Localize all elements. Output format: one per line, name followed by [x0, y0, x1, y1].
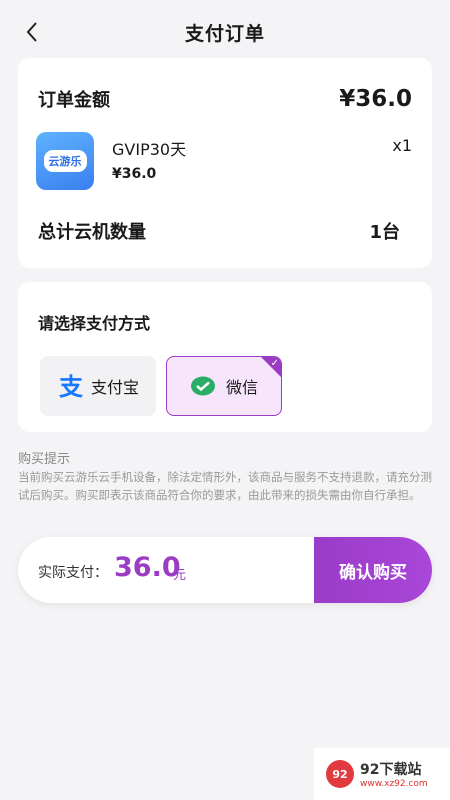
- amount-label: 订单金额: [38, 90, 110, 111]
- check-icon: ✓: [270, 358, 279, 369]
- watermark-url: www.xz92.com: [360, 779, 428, 789]
- header-bar: 支付订单: [0, 0, 450, 64]
- payment-method-title: 请选择支付方式: [38, 314, 151, 333]
- tips-text: 当前购买云游乐云手机设备，除法定情形外，该商品与服务不支持退款，请充分测试后购买…: [18, 470, 432, 502]
- back-button[interactable]: [18, 18, 46, 46]
- tips-title: 购买提示: [18, 452, 71, 467]
- chevron-left-icon: [26, 22, 37, 42]
- payment-option-label: 微信: [225, 378, 258, 397]
- wechat-icon: [190, 376, 215, 396]
- watermark-name: 92下载站: [360, 762, 422, 778]
- actual-payment-label: 实际支付：: [38, 565, 108, 581]
- product-price: ¥36.0: [112, 166, 157, 182]
- svg-text:支: 支: [59, 373, 83, 399]
- payment-method-card: 请选择支付方式 支 支付宝 微信 ✓: [18, 282, 432, 432]
- actual-payment-amount: 36.0: [114, 552, 181, 583]
- device-count-label: 总计云机数量: [38, 222, 146, 243]
- watermark-logo-icon: 92: [326, 760, 354, 788]
- currency-unit: 元: [173, 568, 187, 583]
- payment-option-wechat[interactable]: 微信 ✓: [166, 356, 282, 416]
- product-quantity: x1: [392, 136, 412, 155]
- product-app-icon: 云游乐: [36, 132, 94, 190]
- payment-bar: 实际支付： 36.0 元 确认购买: [18, 537, 432, 603]
- device-count-value: 1台: [369, 222, 400, 243]
- page-title: 支付订单: [184, 22, 265, 45]
- order-card: 订单金额 ¥36.0 云游乐 GVIP30天 x1 ¥36.0 总计云机数量 1…: [18, 58, 432, 268]
- confirm-purchase-button[interactable]: 确认购买: [314, 537, 432, 603]
- payment-option-alipay[interactable]: 支 支付宝: [40, 356, 156, 416]
- watermark: 92 92下载站 www.xz92.com: [314, 748, 450, 800]
- alipay-icon: 支: [59, 373, 83, 399]
- product-name: GVIP30天: [112, 140, 187, 159]
- payment-option-label: 支付宝: [90, 378, 139, 397]
- order-amount: ¥36.0: [339, 86, 412, 112]
- cloud-icon: 云游乐: [43, 150, 87, 172]
